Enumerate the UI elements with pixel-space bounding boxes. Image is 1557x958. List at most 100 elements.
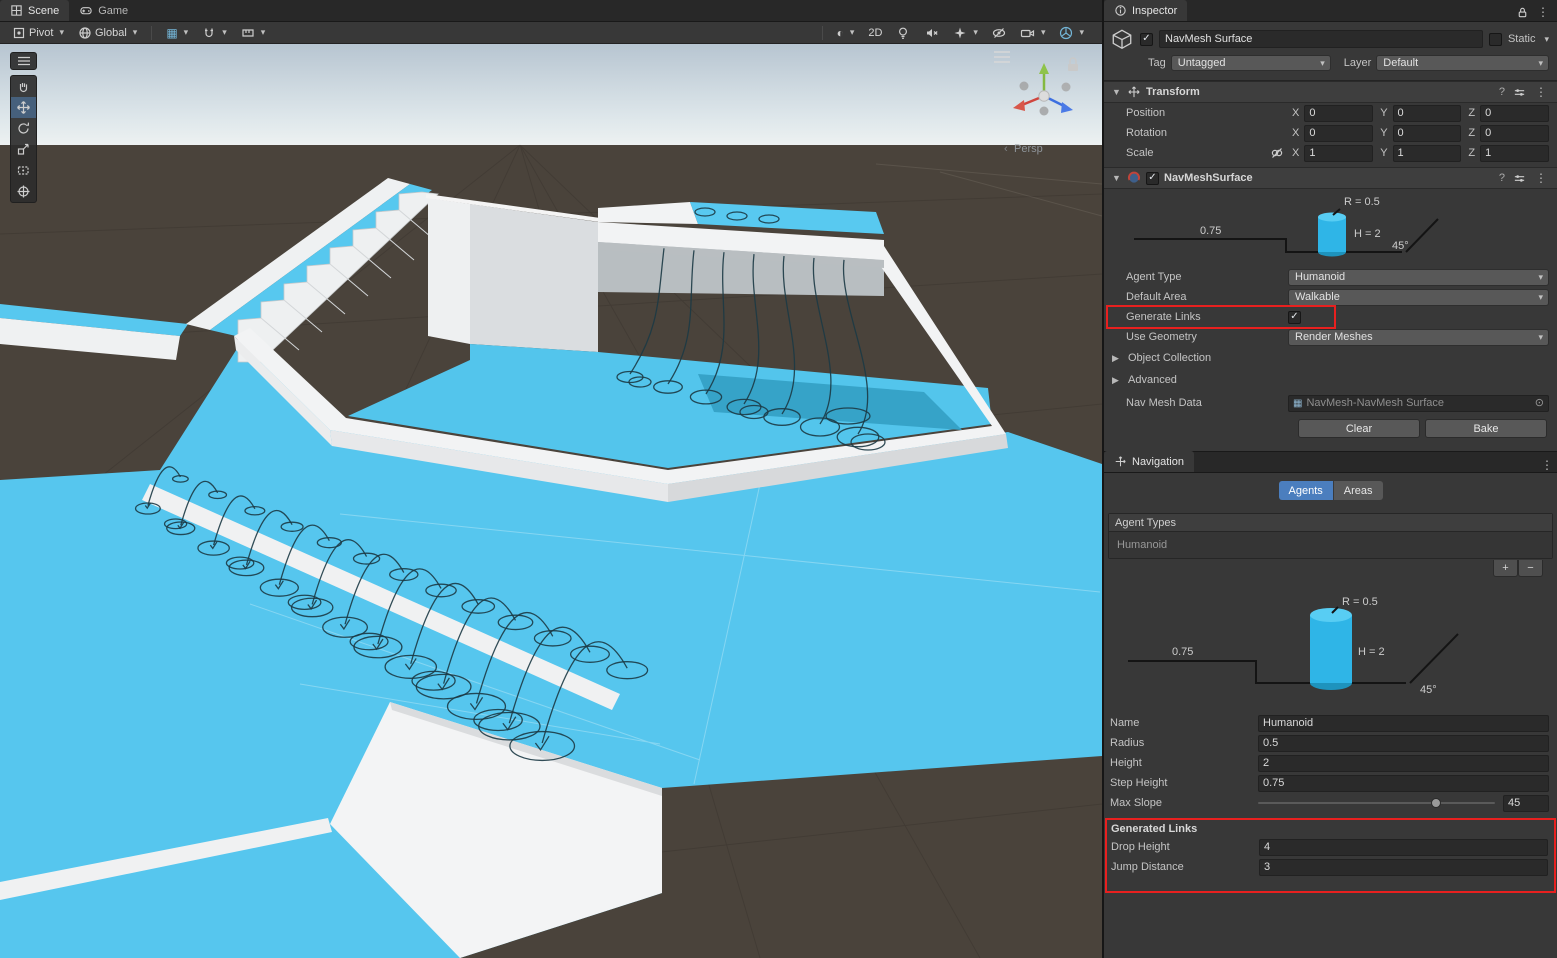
navmeshsurface-header[interactable]: ▼ ✓ NavMeshSurface ? ⋮ bbox=[1104, 167, 1557, 189]
component-menu-icon[interactable]: ⋮ bbox=[1531, 171, 1551, 185]
foldout-arrow-icon[interactable]: ▼ bbox=[1112, 87, 1122, 97]
axis-y-label: Y bbox=[1380, 127, 1387, 139]
radius-field[interactable]: 0.5 bbox=[1258, 735, 1549, 752]
snap-toggle[interactable]: ▾ bbox=[198, 24, 231, 42]
slope-annotation: 45° bbox=[1420, 684, 1437, 696]
jump-distance-field[interactable]: 3 bbox=[1259, 859, 1548, 876]
tag-dropdown[interactable]: Untagged▾ bbox=[1171, 55, 1331, 71]
position-y-field[interactable]: 0 bbox=[1393, 105, 1462, 122]
step-height-field[interactable]: 0.75 bbox=[1258, 775, 1549, 792]
persp-back-arrow[interactable]: ‹ bbox=[1004, 143, 1008, 155]
scene-viewport[interactable]: ‹ Persp bbox=[0, 44, 1102, 958]
scale-x-field[interactable]: 1 bbox=[1304, 145, 1373, 162]
tab-navigation[interactable]: Navigation bbox=[1104, 451, 1194, 472]
rotation-z-field[interactable]: 0 bbox=[1480, 125, 1549, 142]
generate-links-checkbox[interactable]: ✓ bbox=[1288, 311, 1301, 324]
rotation-x-field[interactable]: 0 bbox=[1304, 125, 1373, 142]
position-x-field[interactable]: 0 bbox=[1304, 105, 1373, 122]
help-icon[interactable]: ? bbox=[1496, 172, 1508, 184]
gizmos-dropdown[interactable]: ▾ bbox=[1055, 24, 1088, 42]
bake-button[interactable]: Bake bbox=[1425, 419, 1547, 438]
static-dropdown-icon[interactable]: ▾ bbox=[1544, 34, 1549, 45]
step-annotation: 0.75 bbox=[1200, 225, 1221, 237]
layer-dropdown[interactable]: Default▾ bbox=[1376, 55, 1549, 71]
step-annotation: 0.75 bbox=[1172, 646, 1193, 658]
transform-tool-button[interactable] bbox=[11, 181, 36, 202]
layer-value: Default bbox=[1383, 57, 1418, 69]
presets-icon[interactable] bbox=[1513, 86, 1526, 99]
use-geometry-label: Use Geometry bbox=[1126, 331, 1288, 343]
tab-inspector[interactable]: Inspector bbox=[1104, 0, 1187, 21]
scale-y-field[interactable]: 1 bbox=[1393, 145, 1462, 162]
rotate-tool-button[interactable] bbox=[11, 118, 36, 139]
game-tab-label: Game bbox=[98, 5, 128, 17]
use-geometry-row: Use Geometry Render Meshes▾ bbox=[1104, 327, 1557, 347]
remove-agent-type-button[interactable]: − bbox=[1518, 560, 1543, 577]
overlay-hamburger-button[interactable] bbox=[10, 52, 37, 70]
gameobject-cube-icon bbox=[1110, 27, 1134, 51]
hand-tool-button[interactable] bbox=[11, 76, 36, 97]
drop-height-field[interactable]: 4 bbox=[1259, 839, 1548, 856]
max-slope-field[interactable]: 45 bbox=[1503, 795, 1549, 812]
effects-dropdown[interactable]: ▾ bbox=[949, 24, 982, 42]
help-icon[interactable]: ? bbox=[1496, 86, 1508, 98]
persp-label[interactable]: Persp bbox=[1014, 143, 1043, 155]
areas-tab[interactable]: Areas bbox=[1333, 481, 1383, 500]
move-tool-button[interactable] bbox=[11, 97, 36, 118]
scene-view-options: ◐▾ 2D ▾ ▾ ▾ bbox=[818, 24, 1094, 42]
grid-snap-increment[interactable]: ▾ bbox=[237, 24, 270, 42]
clear-button[interactable]: Clear bbox=[1298, 419, 1420, 438]
rotation-y-field[interactable]: 0 bbox=[1393, 125, 1462, 142]
inspector-menu-icon[interactable]: ⋮ bbox=[1533, 5, 1553, 19]
max-slope-slider[interactable] bbox=[1258, 796, 1495, 810]
scene-visibility-toggle[interactable] bbox=[988, 24, 1010, 42]
tab-scene[interactable]: Scene bbox=[0, 0, 69, 21]
game-tab-icon bbox=[79, 4, 93, 17]
scale-tool-button[interactable] bbox=[11, 139, 36, 160]
generated-links-header: Generated Links bbox=[1107, 820, 1554, 837]
2d-mode-toggle[interactable]: 2D bbox=[864, 24, 886, 42]
tag-label: Tag bbox=[1148, 57, 1166, 69]
object-collection-foldout[interactable]: ▶ Object Collection bbox=[1104, 347, 1557, 369]
transform-tool-icon bbox=[16, 184, 31, 199]
inspector-tab-label: Inspector bbox=[1132, 5, 1177, 17]
radius-annotation: R = 0.5 bbox=[1342, 596, 1378, 608]
nav-mesh-data-field[interactable]: ▦ NavMesh-NavMesh Surface ⊙ bbox=[1288, 395, 1549, 412]
step-height-row: Step Height 0.75 bbox=[1104, 773, 1557, 793]
step-height-label: Step Height bbox=[1110, 777, 1258, 789]
static-checkbox[interactable] bbox=[1489, 33, 1502, 46]
presets-icon[interactable] bbox=[1513, 172, 1526, 185]
advanced-foldout[interactable]: ▶ Advanced bbox=[1104, 369, 1557, 391]
global-dropdown[interactable]: Global▾ bbox=[74, 24, 141, 42]
camera-settings-dropdown[interactable]: ▾ bbox=[1016, 24, 1050, 42]
constrain-proportions-icon[interactable] bbox=[1270, 146, 1284, 160]
lock-icon[interactable] bbox=[1516, 6, 1529, 19]
scene-audio-toggle[interactable] bbox=[920, 24, 943, 42]
grid-visibility-toggle[interactable]: ▦▾ bbox=[162, 24, 192, 42]
object-picker-icon[interactable]: ⊙ bbox=[1535, 396, 1544, 411]
pivot-dropdown[interactable]: Pivot▾ bbox=[8, 24, 68, 42]
use-geometry-dropdown[interactable]: Render Meshes▾ bbox=[1288, 329, 1549, 346]
agent-type-list-item[interactable]: Humanoid bbox=[1109, 532, 1552, 558]
name-field[interactable]: Humanoid bbox=[1258, 715, 1549, 732]
tab-game[interactable]: Game bbox=[69, 0, 138, 21]
add-agent-type-button[interactable]: + bbox=[1493, 560, 1518, 577]
shading-mode-dropdown[interactable]: ◐▾ bbox=[833, 24, 859, 42]
default-area-dropdown[interactable]: Walkable▾ bbox=[1288, 289, 1549, 306]
rect-tool-button[interactable] bbox=[11, 160, 36, 181]
scene-lighting-toggle[interactable] bbox=[892, 24, 914, 42]
foldout-arrow-icon[interactable]: ▼ bbox=[1112, 173, 1122, 183]
position-z-field[interactable]: 0 bbox=[1480, 105, 1549, 122]
navmeshsurface-enabled-toggle[interactable]: ✓ bbox=[1146, 172, 1159, 185]
agents-tab[interactable]: Agents bbox=[1279, 481, 1333, 500]
nav-mesh-data-label: Nav Mesh Data bbox=[1126, 397, 1288, 409]
slider-thumb[interactable] bbox=[1431, 798, 1441, 808]
navigation-menu-icon[interactable]: ⋮ bbox=[1537, 458, 1557, 472]
transform-header[interactable]: ▼ Transform ? ⋮ bbox=[1104, 81, 1557, 103]
gameobject-active-toggle[interactable]: ✓ bbox=[1140, 33, 1153, 46]
scale-z-field[interactable]: 1 bbox=[1480, 145, 1549, 162]
agent-type-dropdown[interactable]: Humanoid▾ bbox=[1288, 269, 1549, 286]
height-field[interactable]: 2 bbox=[1258, 755, 1549, 772]
component-menu-icon[interactable]: ⋮ bbox=[1531, 85, 1551, 99]
gameobject-name-field[interactable]: NavMesh Surface bbox=[1159, 30, 1483, 48]
